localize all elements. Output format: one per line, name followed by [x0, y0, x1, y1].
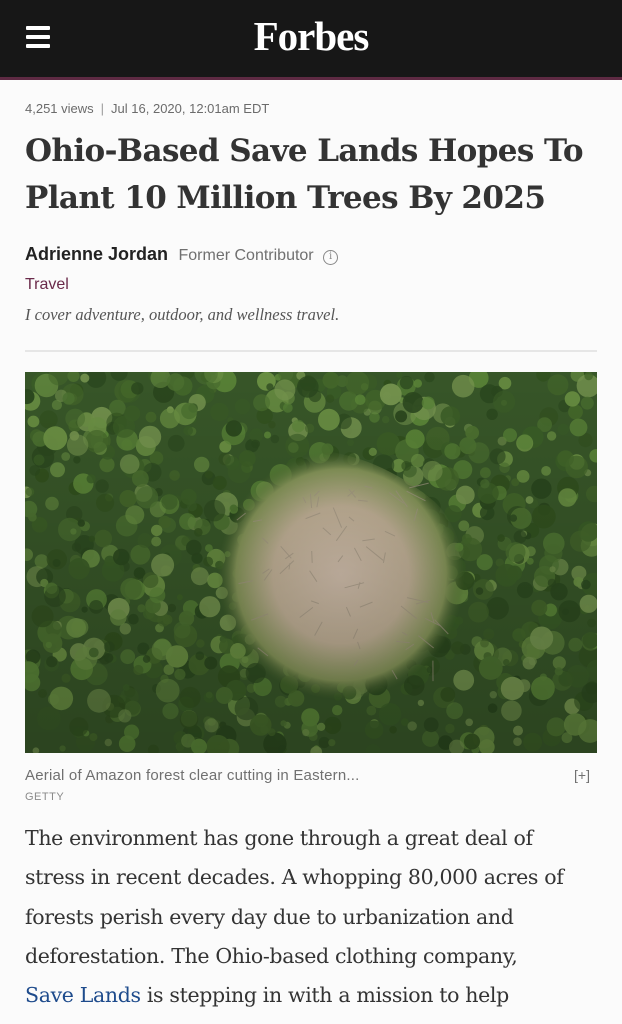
forbes-logo[interactable]: Forbes — [0, 12, 622, 60]
body-line: The environment has gone through a great… — [25, 826, 533, 850]
body-line-rest: is stepping in with a mission to help — [140, 983, 509, 1008]
image-caption: Aerial of Amazon forest clear cutting in… — [25, 767, 360, 784]
article-headline: Ohio-Based Save Lands Hopes To Plant 10 … — [25, 133, 584, 216]
byline: Adrienne Jordan Former Contributor i — [25, 244, 339, 265]
author-role: Former Contributor — [178, 247, 314, 264]
section-divider — [25, 350, 597, 352]
body-line: deforestation. The Ohio-based clothing c… — [25, 943, 518, 968]
aerial-forest-clearing-photo[interactable] — [25, 372, 597, 753]
body-line: Save Lands is stepping in with a mission… — [25, 976, 610, 1015]
image-credit: GETTY — [25, 791, 65, 803]
body-line: forests perish every day due to urbaniza… — [25, 904, 514, 929]
meta-separator: | — [100, 101, 105, 116]
top-navigation-bar: Forbes — [0, 0, 622, 80]
article-meta: 4,251 views | Jul 16, 2020, 12:01am EDT — [25, 101, 269, 116]
body-line: stress in recent decades. A whopping 80,… — [25, 865, 564, 890]
save-lands-link[interactable]: Save Lands — [25, 983, 141, 1007]
publish-timestamp: Jul 16, 2020, 12:01am EDT — [111, 101, 270, 116]
category-link[interactable]: Travel — [25, 276, 69, 294]
view-count: 4,251 views — [25, 101, 94, 116]
author-name[interactable]: Adrienne Jordan — [25, 244, 168, 264]
info-circle-icon[interactable]: i — [323, 250, 339, 265]
expand-caption-button[interactable]: [+] — [574, 767, 590, 783]
author-bio: I cover adventure, outdoor, and wellness… — [25, 305, 340, 324]
article-body: The environment has gone through a great… — [25, 819, 610, 1015]
